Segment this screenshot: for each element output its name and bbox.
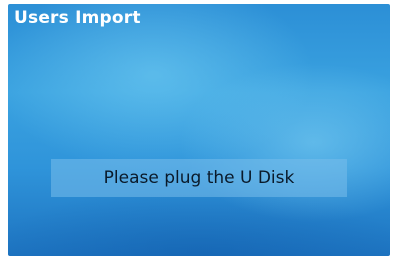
- screen: Users Import Please plug the U Disk: [8, 4, 390, 256]
- message-box: Please plug the U Disk: [51, 159, 347, 197]
- page-title: Users Import: [14, 8, 141, 28]
- device-frame: Users Import Please plug the U Disk: [0, 0, 398, 261]
- message-text: Please plug the U Disk: [103, 168, 295, 188]
